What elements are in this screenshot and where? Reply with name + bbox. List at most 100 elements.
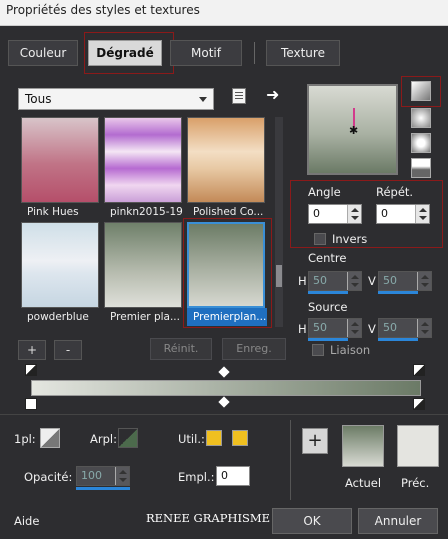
center-h-input[interactable]: 50 <box>308 271 362 291</box>
rectangular-style-icon[interactable] <box>411 108 431 128</box>
gradient-item-selected[interactable]: Premierplan... <box>187 222 267 329</box>
start-opacity-stop-icon[interactable] <box>25 398 37 410</box>
gradient-label: Premierplan... <box>187 308 267 326</box>
window-title: Propriétés des styles et textures <box>0 0 448 26</box>
source-h-slider[interactable] <box>308 338 348 341</box>
invert-checkbox[interactable] <box>314 233 326 245</box>
center-v-label: V <box>368 274 376 288</box>
book-icon[interactable] <box>232 88 246 104</box>
gradient-thumbnail <box>187 222 265 308</box>
center-v-input[interactable]: 50 <box>378 271 432 291</box>
gradient-item[interactable]: Pink Hues <box>21 117 101 224</box>
start-color-stop-icon[interactable] <box>25 364 37 376</box>
location-input[interactable]: 0 <box>216 466 250 486</box>
angle-spinner[interactable] <box>347 205 361 223</box>
ok-button[interactable]: OK <box>272 508 352 534</box>
center-label: Centre <box>308 251 347 265</box>
center-h-label: H <box>298 274 307 288</box>
angle-value: 0 <box>313 207 320 220</box>
source-h-spinner[interactable] <box>347 319 361 337</box>
angle-input[interactable]: 0 <box>308 204 362 224</box>
current-swatch[interactable] <box>342 425 384 467</box>
repeat-value: 0 <box>381 207 388 220</box>
opacity-slider[interactable] <box>76 487 130 490</box>
gradient-item[interactable]: pinkn2015-19 <box>104 117 184 224</box>
gradient-item[interactable]: Polished Co... <box>187 117 267 224</box>
swatch-divider <box>290 420 291 500</box>
source-v-spinner[interactable] <box>417 319 431 337</box>
user-color-swatch-2[interactable] <box>232 430 248 446</box>
center-h-value: 50 <box>313 274 327 287</box>
source-v-value: 50 <box>383 321 397 334</box>
user-color-swatch[interactable] <box>206 430 222 446</box>
previous-swatch[interactable] <box>397 425 439 467</box>
save-button[interactable]: Enreg. <box>222 338 286 360</box>
gradient-label: Pink Hues <box>27 206 79 218</box>
source-v-slider[interactable] <box>378 338 418 341</box>
gradient-preview[interactable]: ✱ <box>307 84 398 175</box>
end-opacity-stop-icon[interactable] <box>413 398 425 410</box>
watermark: RENEE GRAPHISME <box>146 511 271 525</box>
location-label: Empl.: <box>178 470 215 484</box>
color-midpoint-icon[interactable] <box>218 396 230 408</box>
center-h-slider[interactable] <box>308 291 348 294</box>
help-link[interactable]: Aide <box>14 514 39 528</box>
arpl-label: Arpl: <box>90 432 117 446</box>
center-h-spinner[interactable] <box>347 272 361 290</box>
scrollbar-thumb[interactable] <box>276 265 282 287</box>
gradient-thumbnail <box>104 222 182 308</box>
center-v-spinner[interactable] <box>417 272 431 290</box>
tab-degrade[interactable]: Dégradé <box>88 40 162 66</box>
end-color-stop-icon[interactable] <box>413 364 425 376</box>
repeat-spinner[interactable] <box>415 205 429 223</box>
source-h-value: 50 <box>313 321 327 334</box>
opacity-value: 100 <box>81 469 102 482</box>
add-gradient-button[interactable]: + <box>18 340 46 360</box>
foreground-stop-icon[interactable] <box>40 428 60 448</box>
gradient-label: pinkn2015-19 <box>110 206 183 218</box>
linear-style-icon[interactable] <box>411 81 431 101</box>
repeat-label: Répét. <box>376 185 414 199</box>
gradient-editor-bar[interactable] <box>31 380 421 396</box>
add-swatch-button[interactable]: + <box>302 428 328 454</box>
opacity-spinner[interactable] <box>115 467 129 485</box>
source-label: Source <box>308 300 348 314</box>
gradient-list-scrollbar[interactable] <box>275 117 283 327</box>
center-v-value: 50 <box>383 274 397 287</box>
angle-label: Angle <box>308 185 341 199</box>
pl-label: 1pl: <box>14 432 36 446</box>
radial-style-icon[interactable] <box>411 158 431 178</box>
cancel-button[interactable]: Annuler <box>358 508 438 534</box>
remove-gradient-button[interactable]: - <box>54 340 82 360</box>
source-v-label: V <box>368 322 376 336</box>
gradient-item[interactable]: Premier pla... <box>104 222 184 329</box>
location-value: 0 <box>221 469 228 482</box>
gradient-filter-select[interactable]: Tous <box>18 88 214 110</box>
tab-texture[interactable]: Texture <box>266 40 340 66</box>
opacity-input[interactable]: 100 <box>76 466 130 486</box>
sunburst-style-icon[interactable] <box>411 133 431 153</box>
reset-button[interactable]: Réinit. <box>150 338 212 360</box>
util-label: Util.: <box>178 432 205 446</box>
gradient-thumbnail <box>21 222 99 308</box>
background-stop-icon[interactable] <box>118 428 138 448</box>
gradient-label: Premier pla... <box>110 311 180 323</box>
center-v-slider[interactable] <box>378 291 418 294</box>
opacity-label: Opacité: <box>24 470 73 484</box>
gradient-item[interactable]: powderblue <box>21 222 101 329</box>
invert-label: Invers <box>332 232 368 246</box>
source-h-input[interactable]: 50 <box>308 318 362 338</box>
crosshair-icon: ✱ <box>349 124 359 137</box>
link-checkbox[interactable] <box>312 344 324 356</box>
transparency-midpoint-icon[interactable] <box>218 366 230 378</box>
arrow-right-icon[interactable]: ➜ <box>266 86 282 104</box>
source-v-input[interactable]: 50 <box>378 318 432 338</box>
chevron-down-icon <box>199 97 207 102</box>
gradient-thumbnail <box>187 117 265 203</box>
gradient-thumbnail <box>104 117 182 203</box>
tab-couleur[interactable]: Couleur <box>8 40 78 66</box>
tab-motif[interactable]: Motif <box>170 40 242 66</box>
gradient-thumbnail <box>21 117 99 203</box>
previous-label: Préc. <box>401 476 430 490</box>
repeat-input[interactable]: 0 <box>376 204 430 224</box>
